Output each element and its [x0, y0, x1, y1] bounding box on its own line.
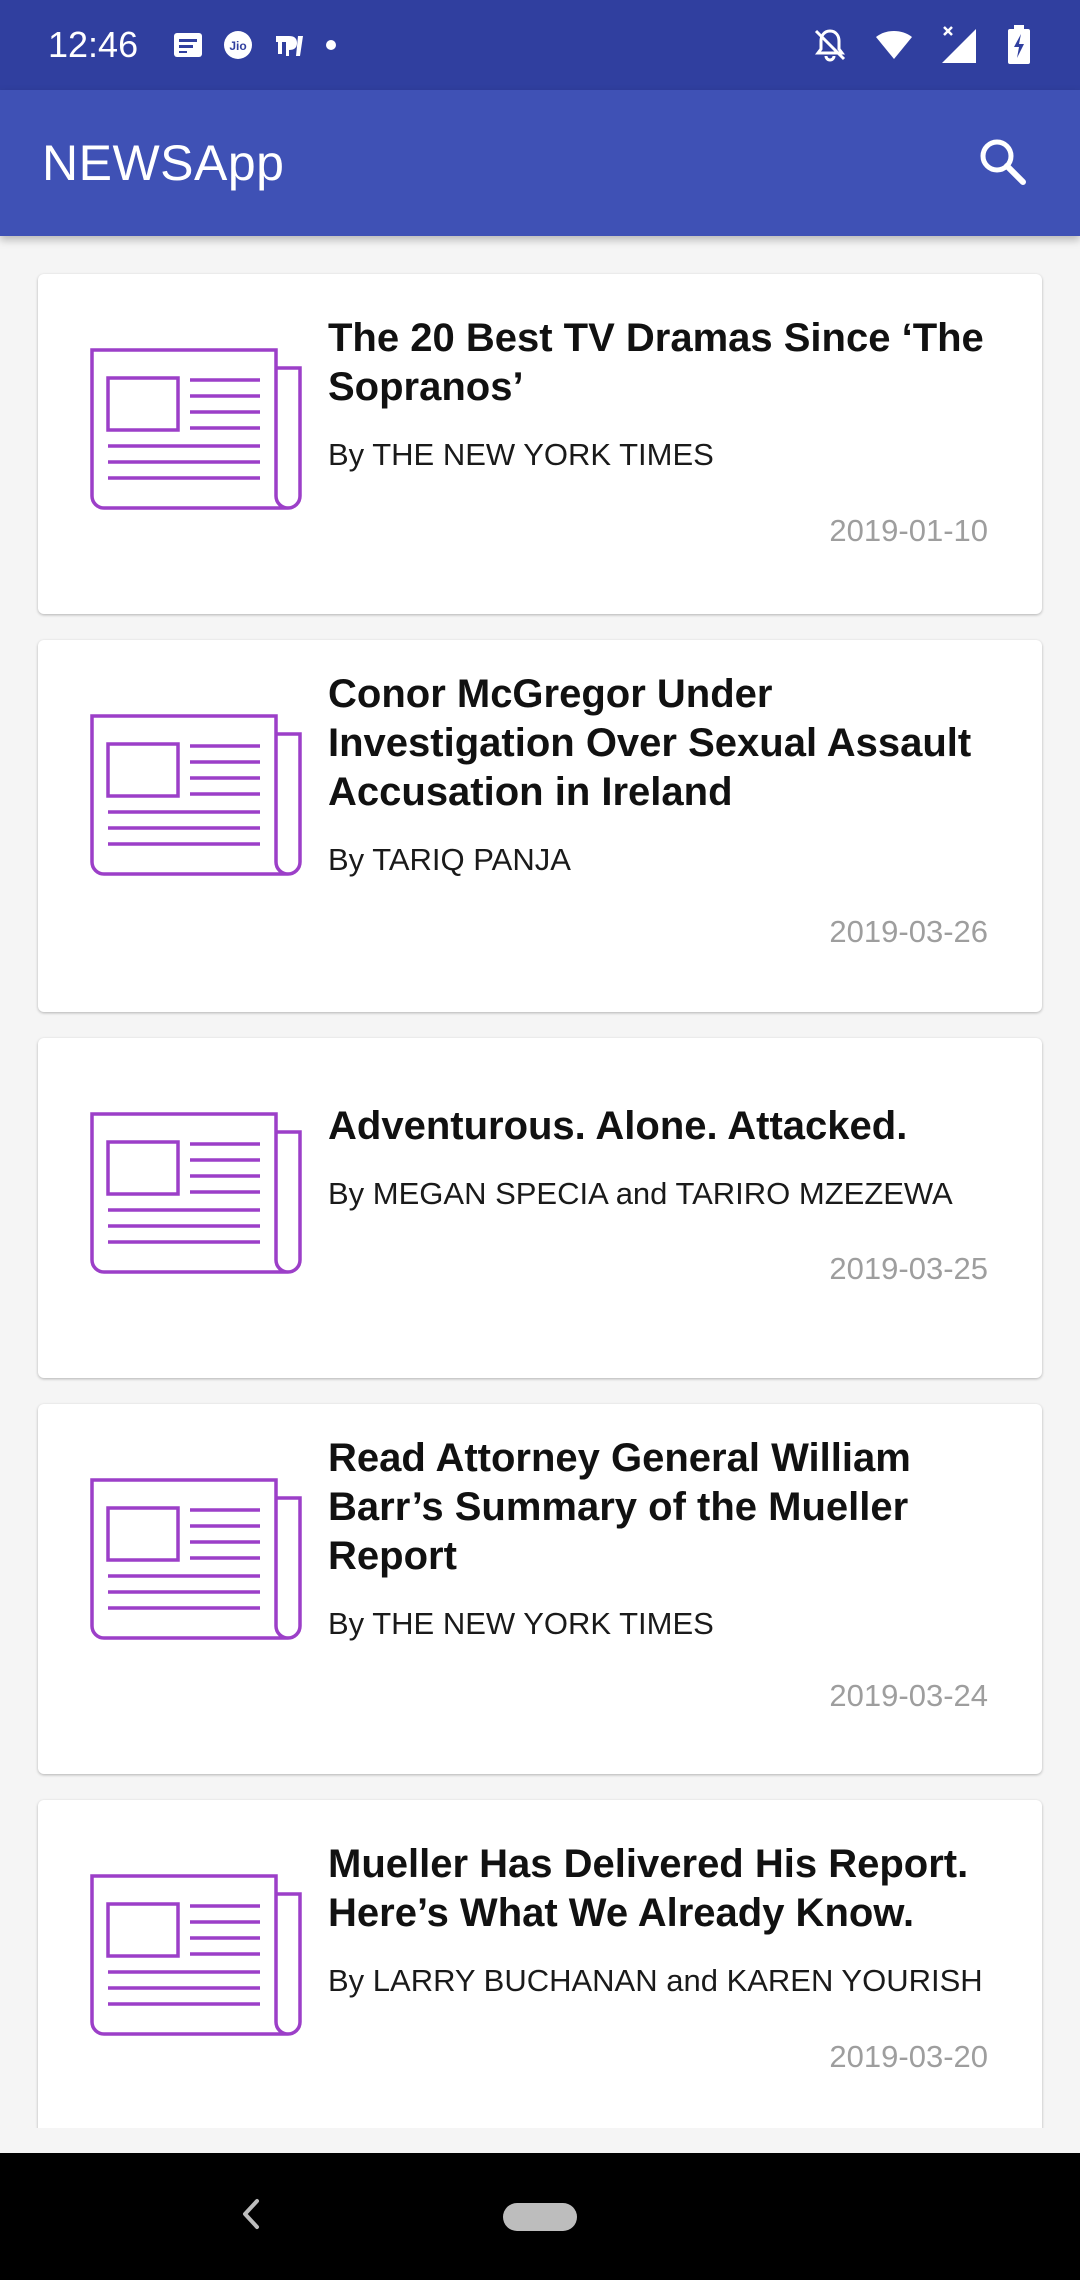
card-body: Mueller Has Delivered His Report. Here’s… — [328, 1840, 988, 2000]
card-body: The 20 Best TV Dramas Since ‘The Soprano… — [328, 314, 988, 474]
article-title: Read Attorney General William Barr’s Sum… — [328, 1436, 911, 1578]
article-date: 2019-03-24 — [829, 1678, 988, 1713]
article-byline: By MEGAN SPECIA and TARIRO MZEZEWA — [328, 1176, 953, 1211]
paytm-icon — [272, 30, 306, 60]
home-pill-icon[interactable] — [503, 2202, 577, 2231]
navigation-bar — [0, 2153, 1080, 2280]
news-card[interactable]: The 20 Best TV Dramas Since ‘The Soprano… — [38, 274, 1042, 614]
status-right-icons — [812, 25, 1032, 65]
screen: 12:46 Jio NEWSApp The 20 Best TV Dramas … — [0, 0, 1080, 2280]
status-left-icons: Jio — [172, 29, 338, 61]
news-card[interactable]: Conor McGregor Under Investigation Over … — [38, 640, 1042, 1012]
newspaper-icon — [90, 348, 302, 510]
article-title: The 20 Best TV Dramas Since ‘The Soprano… — [328, 316, 984, 409]
news-card[interactable]: Adventurous. Alone. Attacked. By MEGAN S… — [38, 1038, 1042, 1378]
back-button[interactable] — [226, 2191, 276, 2241]
card-body: Adventurous. Alone. Attacked. By MEGAN S… — [328, 1102, 988, 1213]
search-button[interactable] — [966, 127, 1038, 199]
signal-icon — [940, 25, 980, 65]
list-bottom-edge — [0, 2128, 1080, 2153]
notifications-off-icon — [812, 27, 848, 63]
app-bar: NEWSApp — [0, 90, 1080, 236]
status-time: 12:46 — [48, 24, 139, 65]
article-byline: By LARRY BUCHANAN and KAREN YOURISH — [328, 1963, 983, 1998]
article-title: Mueller Has Delivered His Report. Here’s… — [328, 1842, 969, 1935]
article-byline: By TARIQ PANJA — [328, 842, 571, 877]
article-date: 2019-03-20 — [829, 2039, 988, 2074]
jio-icon: Jio — [222, 29, 254, 61]
battery-charging-icon — [1006, 25, 1032, 65]
article-title: Conor McGregor Under Investigation Over … — [328, 672, 972, 814]
card-body: Conor McGregor Under Investigation Over … — [328, 670, 988, 879]
newspaper-icon — [90, 1112, 302, 1274]
article-byline: By THE NEW YORK TIMES — [328, 1606, 714, 1641]
message-icon — [172, 31, 204, 59]
article-date: 2019-01-10 — [829, 513, 988, 548]
wifi-icon — [874, 29, 914, 61]
card-body: Read Attorney General William Barr’s Sum… — [328, 1434, 988, 1643]
news-list[interactable]: The 20 Best TV Dramas Since ‘The Soprano… — [0, 236, 1080, 2128]
newspaper-icon — [90, 1874, 302, 2036]
newspaper-icon — [90, 714, 302, 876]
article-title: Adventurous. Alone. Attacked. — [328, 1104, 908, 1148]
news-card[interactable]: Read Attorney General William Barr’s Sum… — [38, 1404, 1042, 1774]
article-byline: By THE NEW YORK TIMES — [328, 437, 714, 472]
svg-text:Jio: Jio — [229, 39, 246, 53]
article-date: 2019-03-25 — [829, 1251, 988, 1286]
status-bar: 12:46 Jio — [0, 0, 1080, 90]
search-icon — [977, 136, 1027, 191]
news-card[interactable]: Mueller Has Delivered His Report. Here’s… — [38, 1800, 1042, 2128]
dot-icon — [324, 38, 338, 52]
article-date: 2019-03-26 — [829, 914, 988, 949]
app-title: NEWSApp — [42, 135, 285, 191]
newspaper-icon — [90, 1478, 302, 1640]
back-chevron-icon — [239, 2197, 263, 2236]
